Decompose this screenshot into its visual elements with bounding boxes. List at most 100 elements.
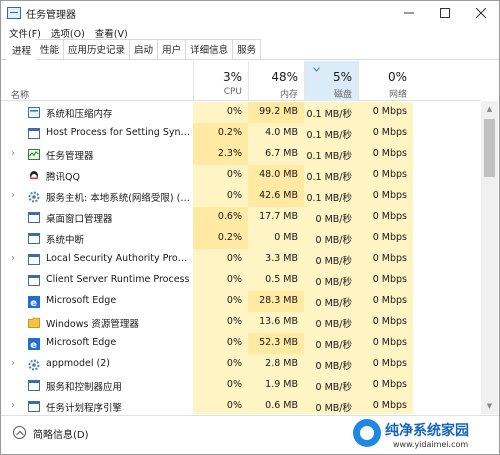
process-name: Microsoft Edge — [46, 337, 117, 348]
cpu-value: 0.6% — [193, 207, 248, 228]
tab-processes[interactable]: 进程 — [7, 40, 37, 60]
menu-view[interactable]: 查看(V) — [95, 26, 128, 40]
process-row[interactable]: Host Process for Setting Synch... 0.2% 4.0… — [1, 123, 481, 144]
cpu-value: 0.2% — [193, 228, 248, 249]
expand-chevron-icon[interactable]: › — [11, 191, 17, 201]
process-row[interactable]: 系统和压缩内存 0% 99.2 MB 0.1 MB/秒 0 Mbps — [1, 102, 481, 123]
cpu-value: 0% — [193, 312, 248, 333]
network-value: 0 Mbps — [358, 207, 413, 228]
column-network-header[interactable]: 0% 网络 — [358, 61, 413, 101]
process-row[interactable]: › 任务计划程序引擎 0% 0.6 MB 0 MB/秒 0 Mbps — [1, 396, 481, 414]
taskmgr-icon — [28, 149, 40, 160]
window-icon — [28, 212, 40, 223]
memory-value: 99.2 MB — [248, 102, 304, 123]
title-bar: 任务管理器 — [1, 1, 499, 25]
process-row[interactable]: › 任务管理器 2.3% 6.7 MB 0.1 MB/秒 0 Mbps — [1, 144, 481, 165]
process-name: Host Process for Setting Synch... — [46, 127, 190, 138]
cpu-value: 0% — [193, 396, 248, 414]
vertical-scrollbar[interactable]: ▲ ▼ — [481, 101, 498, 414]
tab-details[interactable]: 详细信息 — [185, 39, 234, 59]
disk-value: 0 MB/秒 — [304, 333, 358, 354]
memory-value: 2.8 MB — [248, 354, 304, 375]
site-watermark: 纯净系统家园 www.yidaimei.com — [353, 415, 493, 453]
scroll-thumb[interactable] — [484, 119, 495, 177]
process-row[interactable]: e Microsoft Edge 0% 52.3 MB 0 MB/秒 0 Mbps — [1, 333, 481, 354]
process-row[interactable]: › Local Security Authority Proces... 0% 3.3… — [1, 249, 481, 270]
memory-value: 6.7 MB — [248, 144, 304, 165]
process-row[interactable]: 服务和控制器应用 0% 1.9 MB 0 MB/秒 0 Mbps — [1, 375, 481, 396]
tab-app-history[interactable]: 应用历史记录 — [63, 39, 131, 59]
process-name: 任务管理器 — [46, 151, 94, 162]
disk-column-label: 磁盘 — [333, 90, 352, 100]
cpu-value: 0.2% — [193, 123, 248, 144]
memory-value: 0.5 MB — [248, 270, 304, 291]
disk-value: 0.1 MB/秒 — [304, 144, 358, 165]
column-memory-header[interactable]: 48% 内存 — [248, 61, 304, 101]
process-row[interactable]: 桌面窗口管理器 0.6% 17.7 MB 0 MB/秒 0 Mbps — [1, 207, 481, 228]
process-row[interactable]: Windows 资源管理器 0% 13.6 MB 0 MB/秒 0 Mbps — [1, 312, 481, 333]
process-row[interactable]: Client Server Runtime Process 0% 0.5 MB 0 M… — [1, 270, 481, 291]
expand-chevron-icon[interactable]: › — [11, 359, 17, 369]
memory-value: 28.3 MB — [248, 291, 304, 312]
process-row[interactable]: 系统中断 0.2% 0 MB 0 MB/秒 0 Mbps — [1, 228, 481, 249]
tab-strip: 进程 性能 应用历史记录 启动 用户 详细信息 服务 — [1, 39, 499, 60]
maximize-button[interactable] — [427, 1, 463, 25]
process-name: 任务计划程序引擎 — [46, 403, 123, 414]
window-icon — [28, 275, 40, 286]
menu-file[interactable]: 文件(F) — [9, 26, 41, 40]
disk-value: 0 MB/秒 — [304, 396, 358, 414]
watermark-title: 纯净系统家园 — [385, 423, 469, 439]
close-button[interactable] — [463, 1, 499, 25]
process-name: appmodel (2) — [46, 358, 110, 369]
window-icon — [28, 233, 40, 244]
edge-icon: e — [28, 296, 40, 309]
cpu-value: 2.3% — [193, 144, 248, 165]
process-row[interactable]: › 服务主机: 本地系统(网络受限) (9) 0% 42.6 MB 0.1 MB/秒 0 … — [1, 186, 481, 207]
expand-chevron-icon[interactable]: › — [11, 149, 17, 159]
tab-services[interactable]: 服务 — [232, 39, 262, 59]
tab-startup[interactable]: 启动 — [129, 39, 159, 59]
minimize-button[interactable] — [391, 1, 427, 25]
scroll-down-arrow-icon[interactable]: ▼ — [481, 398, 498, 414]
process-name: 系统中断 — [46, 235, 85, 246]
fewer-details-link[interactable]: 简略信息(D) — [33, 426, 89, 441]
collapse-details-icon[interactable] — [13, 426, 26, 439]
memory-value: 13.6 MB — [248, 312, 304, 333]
window-icon — [28, 254, 40, 265]
network-value: 0 Mbps — [358, 270, 413, 291]
sort-descending-icon — [313, 67, 320, 72]
process-row[interactable]: e Microsoft Edge 0% 28.3 MB 0 MB/秒 0 Mbps — [1, 291, 481, 312]
tab-users[interactable]: 用户 — [157, 39, 187, 59]
scroll-up-arrow-icon[interactable]: ▲ — [481, 101, 498, 117]
network-value: 0 Mbps — [358, 165, 413, 186]
process-name: Windows 资源管理器 — [46, 319, 139, 330]
expand-chevron-icon[interactable]: › — [11, 401, 17, 411]
window-icon — [28, 401, 40, 412]
column-name-header[interactable]: 名称 — [11, 88, 29, 101]
disk-value: 0 MB/秒 — [304, 270, 358, 291]
cpu-value: 0% — [193, 102, 248, 123]
network-value: 0 Mbps — [358, 186, 413, 207]
column-cpu-header[interactable]: 3% CPU — [193, 61, 248, 101]
network-value: 0 Mbps — [358, 396, 413, 414]
cpu-value: 0% — [193, 249, 248, 270]
gear-icon — [28, 359, 40, 371]
process-row[interactable]: 腾讯QQ 0% 48.0 MB 0.1 MB/秒 0 Mbps — [1, 165, 481, 186]
network-total-percent: 0% — [387, 70, 407, 84]
tab-performance[interactable]: 性能 — [35, 39, 65, 59]
process-row[interactable]: › appmodel (2) 0% 2.8 MB 0 MB/秒 0 Mbps — [1, 354, 481, 375]
expand-chevron-icon[interactable]: › — [11, 254, 17, 264]
disk-value: 0.1 MB/秒 — [304, 102, 358, 123]
close-icon — [476, 8, 486, 18]
menu-options[interactable]: 选项(O) — [51, 26, 85, 40]
network-value: 0 Mbps — [358, 228, 413, 249]
svg-text:e: e — [30, 298, 37, 308]
memory-value: 0 MB — [248, 228, 304, 249]
folder-icon — [28, 317, 40, 328]
disk-value: 0 MB/秒 — [304, 354, 358, 375]
network-value: 0 Mbps — [358, 354, 413, 375]
disk-value: 0 MB/秒 — [304, 207, 358, 228]
network-value: 0 Mbps — [358, 144, 413, 165]
column-disk-header[interactable]: 5% 磁盘 — [304, 61, 358, 101]
window-icon — [28, 380, 40, 391]
